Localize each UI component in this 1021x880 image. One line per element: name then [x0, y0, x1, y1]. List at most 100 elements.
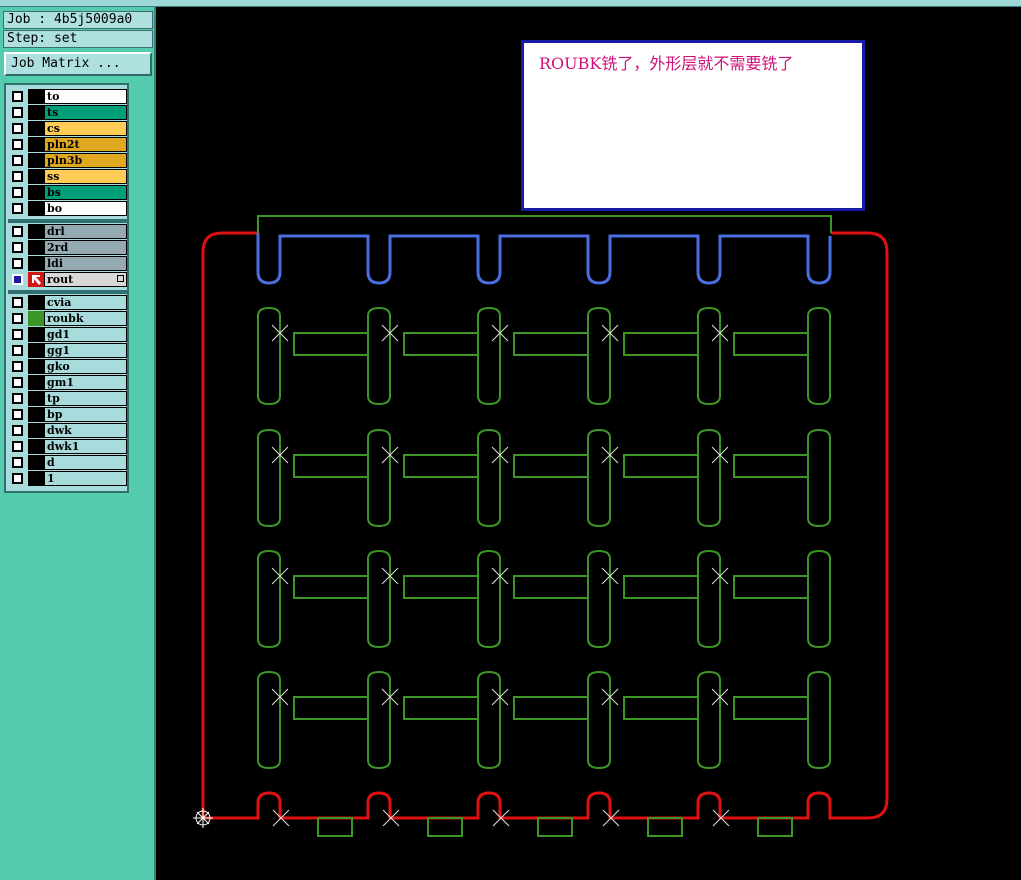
layer-name: cs [44, 121, 127, 136]
layer-checkbox[interactable] [12, 123, 23, 134]
part-stem [587, 428, 611, 528]
layer-name: dwk [44, 423, 127, 438]
layer-name: bp [44, 407, 127, 422]
layer-name: drl [44, 224, 127, 239]
layer-row-bs[interactable]: bs [8, 185, 127, 200]
part-bar [513, 332, 589, 356]
part-bar [733, 575, 809, 599]
note-box: ROUBK铣了，外形层就不需要铣了 [521, 40, 865, 211]
layer-checkbox[interactable] [12, 425, 23, 436]
layer-row-gko[interactable]: gko [8, 359, 127, 374]
crosshair-lines [193, 808, 213, 828]
layer-row-2rd[interactable]: 2rd [8, 240, 127, 255]
layer-row-gg1[interactable]: gg1 [8, 343, 127, 358]
layer-checkbox[interactable] [12, 171, 23, 182]
layer-menu-icon[interactable] [117, 275, 124, 282]
layer-name: 2rd [44, 240, 127, 255]
layer-row-gm1[interactable]: gm1 [8, 375, 127, 390]
layer-row-dwk[interactable]: dwk [8, 423, 127, 438]
part-bar [403, 454, 479, 478]
layer-checkbox[interactable] [12, 377, 23, 388]
layer-checkbox[interactable] [12, 457, 23, 468]
layer-checkbox[interactable] [12, 187, 23, 198]
job-label: Job : 4b5j5009a0 [3, 11, 153, 29]
layer-row-ts[interactable]: ts [8, 105, 127, 120]
part-stem [697, 306, 721, 406]
layer-row-rout[interactable]: rout [8, 272, 127, 287]
part-stem [367, 549, 391, 649]
left-panel: Job : 4b5j5009a0 Step: set Job Matrix ..… [0, 7, 156, 880]
layer-checkbox[interactable] [12, 393, 23, 404]
part-stem [697, 428, 721, 528]
part-stem [807, 306, 831, 406]
layer-row-ss[interactable]: ss [8, 169, 127, 184]
layer-name: bs [44, 185, 127, 200]
part-stem [477, 670, 501, 770]
part-stem [257, 670, 281, 770]
layer-checkbox[interactable] [12, 313, 23, 324]
layer-group-separator [8, 219, 127, 223]
layer-status-cell [28, 359, 44, 374]
layer-name: to [44, 89, 127, 104]
layer-row-tp[interactable]: tp [8, 391, 127, 406]
graphic-canvas[interactable]: ROUBK铣了，外形层就不需要铣了 [158, 8, 1021, 880]
layer-checkbox[interactable] [12, 345, 23, 356]
layer-name: tp [44, 391, 127, 406]
layer-checkbox[interactable] [12, 139, 23, 150]
layer-name: gg1 [44, 343, 127, 358]
layer-row-cs[interactable]: cs [8, 121, 127, 136]
layer-status-cell [28, 295, 44, 310]
part-stem [257, 306, 281, 406]
part-stem [697, 549, 721, 649]
layer-name: pln3b [44, 153, 127, 168]
layer-status-cell [28, 455, 44, 470]
layer-name: cvia [44, 295, 127, 310]
part-bar [513, 696, 589, 720]
part-stem [697, 670, 721, 770]
layer-list-panel: to ts cs pln2t pln3b ss bs bo drl 2rd ldi rout cvia r… [4, 83, 129, 493]
layer-checkbox[interactable] [12, 274, 23, 285]
layer-row-bo[interactable]: bo [8, 201, 127, 216]
layer-row-pln2t[interactable]: pln2t [8, 137, 127, 152]
step-label: Step: set [3, 30, 153, 48]
layer-row-gd1[interactable]: gd1 [8, 327, 127, 342]
layer-checkbox[interactable] [12, 473, 23, 484]
layer-row-drl[interactable]: drl [8, 224, 127, 239]
part-stem [587, 670, 611, 770]
layer-status-cell [28, 89, 44, 104]
layer-row-to[interactable]: to [8, 89, 127, 104]
bottom-tab [537, 817, 573, 837]
part-stem [477, 549, 501, 649]
part-bar [733, 696, 809, 720]
part-stem [807, 549, 831, 649]
part-bar [293, 332, 369, 356]
layer-checkbox[interactable] [12, 361, 23, 372]
layer-checkbox[interactable] [12, 258, 23, 269]
layer-checkbox[interactable] [12, 329, 23, 340]
layer-checkbox[interactable] [12, 107, 23, 118]
part-stem [587, 549, 611, 649]
layer-row-cvia[interactable]: cvia [8, 295, 127, 310]
layer-group-separator [8, 290, 127, 294]
rout-slots [256, 233, 832, 285]
layer-checkbox[interactable] [12, 203, 23, 214]
layer-checkbox[interactable] [12, 242, 23, 253]
layer-checkbox[interactable] [12, 155, 23, 166]
part-stem [257, 428, 281, 528]
layer-checkbox[interactable] [12, 297, 23, 308]
layer-checkbox[interactable] [12, 91, 23, 102]
layer-row-1[interactable]: 1 [8, 471, 127, 486]
layer-row-ldi[interactable]: ldi [8, 256, 127, 271]
layer-checkbox[interactable] [12, 441, 23, 452]
layer-row-roubk[interactable]: roubk [8, 311, 127, 326]
layer-row-bp[interactable]: bp [8, 407, 127, 422]
layer-checkbox[interactable] [12, 226, 23, 237]
layer-row-pln3b[interactable]: pln3b [8, 153, 127, 168]
part-bar [733, 332, 809, 356]
layer-row-dwk1[interactable]: dwk1 [8, 439, 127, 454]
layer-checkbox[interactable] [12, 409, 23, 420]
layer-row-d[interactable]: d [8, 455, 127, 470]
part-bar [293, 575, 369, 599]
layer-status-cell [28, 423, 44, 438]
job-matrix-button[interactable]: Job Matrix ... [4, 52, 152, 76]
